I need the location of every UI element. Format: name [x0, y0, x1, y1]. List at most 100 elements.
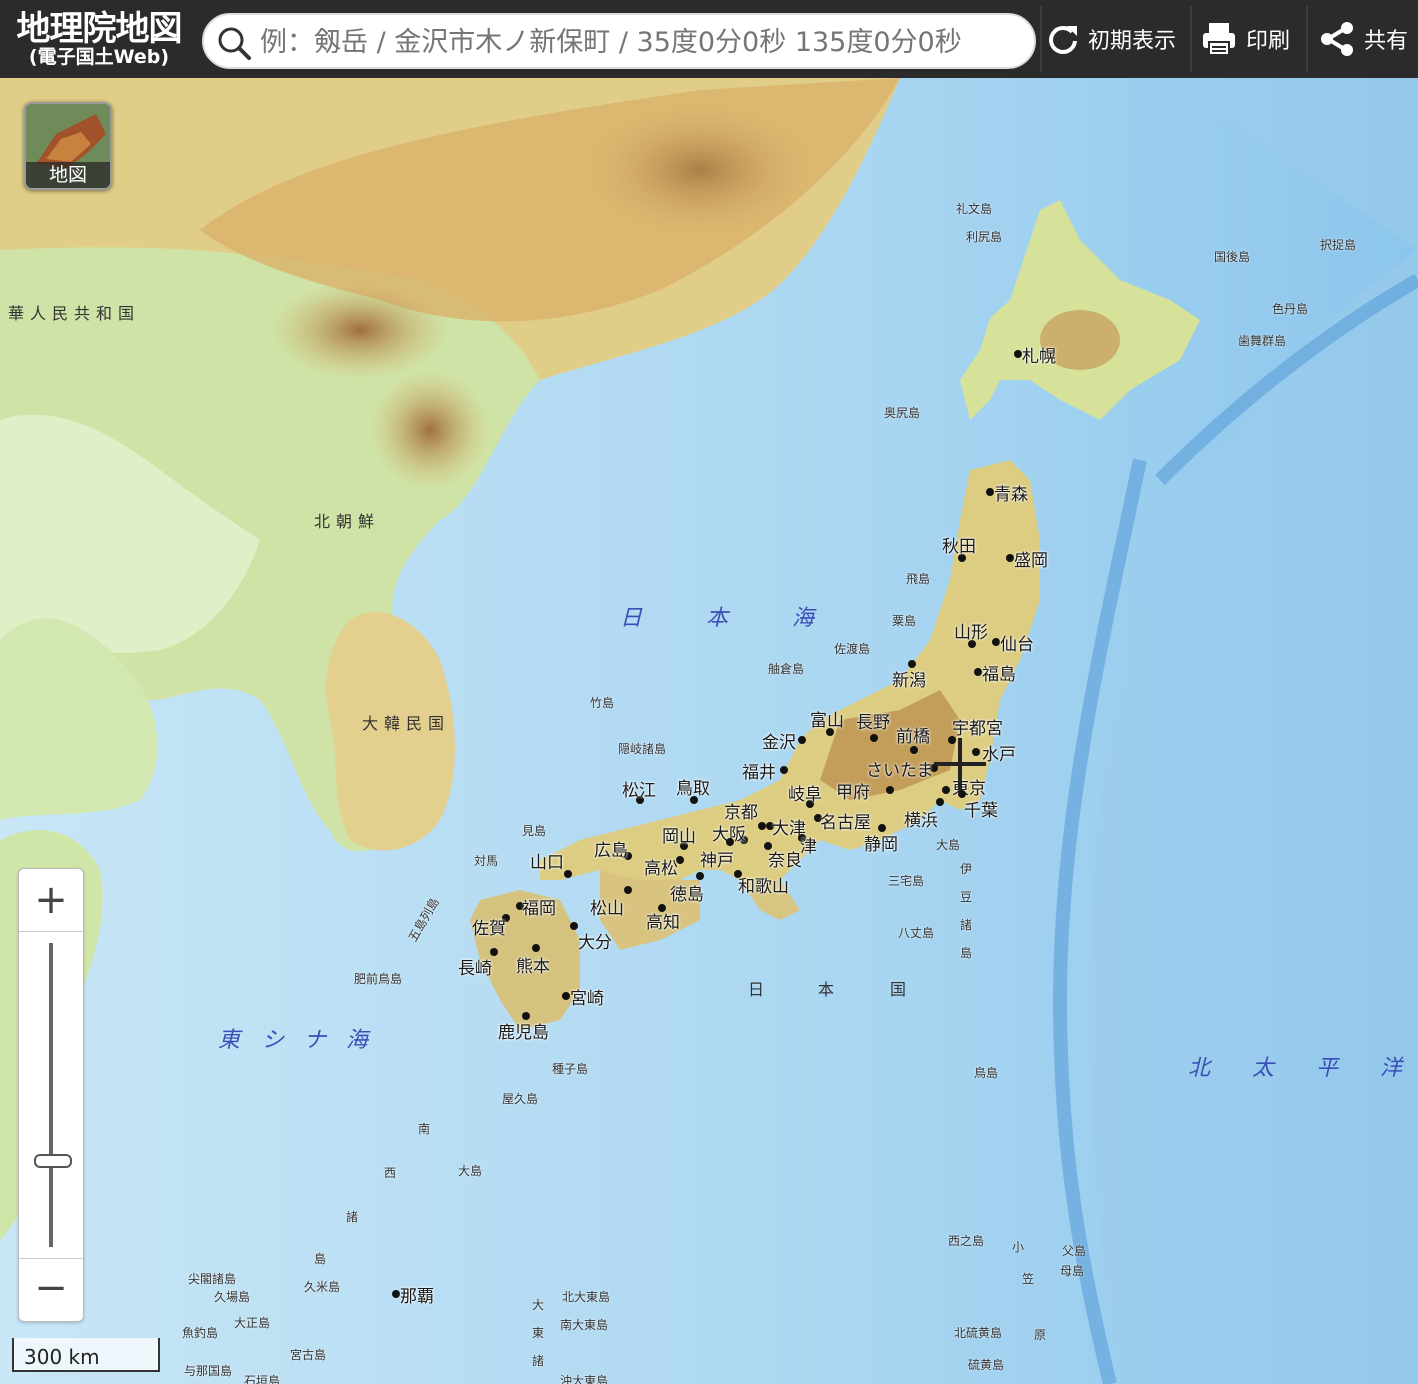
city-label-maebashi[interactable]: 前橋	[896, 722, 930, 747]
search-input[interactable]	[260, 23, 1020, 61]
sea-label-ecs-1: 東	[218, 1028, 241, 1053]
sea-label-japan-sea-3: 海	[792, 606, 815, 631]
search-box[interactable]	[202, 13, 1036, 69]
city-label-morioka[interactable]: 盛岡	[1014, 546, 1048, 571]
city-label-fukuoka[interactable]: 福岡	[522, 894, 556, 919]
island-label-kume: 久米島	[304, 1280, 341, 1294]
search-icon[interactable]	[216, 25, 252, 61]
city-dot	[758, 822, 766, 830]
country-label-japan-3: 国	[890, 980, 913, 999]
city-dot	[886, 786, 894, 794]
share-icon	[1321, 22, 1353, 56]
city-label-wakayama[interactable]: 和歌山	[738, 872, 789, 897]
sea-label-ecs-2: シ	[262, 1028, 285, 1053]
island-label-shikotan: 色丹島	[1272, 302, 1309, 316]
city-label-utsunomiya[interactable]: 宇都宮	[952, 714, 1003, 739]
city-label-tottori[interactable]: 鳥取	[676, 774, 710, 799]
share-button[interactable]: 共有	[1318, 6, 1408, 72]
city-dot	[974, 668, 982, 676]
city-label-oita[interactable]: 大分	[578, 928, 612, 953]
island-label-takeshima: 竹島	[590, 696, 615, 710]
reset-view-button[interactable]: 初期表示	[1046, 6, 1176, 72]
city-label-akita[interactable]: 秋田	[942, 532, 976, 557]
city-label-kumamoto[interactable]: 熊本	[516, 952, 550, 977]
print-label: 印刷	[1246, 29, 1291, 54]
city-label-kagoshima[interactable]: 鹿児島	[498, 1018, 549, 1043]
city-dot	[992, 638, 1000, 646]
base-map-layer-button[interactable]: 地図	[24, 102, 112, 190]
city-label-takamatsu[interactable]: 高松	[644, 854, 678, 879]
sea-label-japan-sea-1: 日	[620, 606, 643, 631]
city-label-nagano[interactable]: 長野	[856, 708, 890, 733]
island-label-amami-oshima: 大島	[458, 1164, 483, 1178]
city-dot	[532, 944, 540, 952]
city-label-tokushima[interactable]: 徳島	[670, 880, 704, 905]
island-label-tanegashima: 種子島	[552, 1062, 589, 1076]
map-center-crosshair-icon	[934, 738, 986, 790]
city-label-tsu[interactable]: 津	[800, 832, 817, 857]
island-label-rishiri: 利尻島	[966, 230, 1003, 244]
city-dot	[780, 766, 788, 774]
city-dot	[570, 922, 578, 930]
zoom-slider-handle[interactable]	[34, 1153, 72, 1168]
city-dot	[870, 734, 878, 742]
city-label-okayama[interactable]: 岡山	[662, 822, 696, 847]
city-label-matsuyama[interactable]: 松山	[590, 894, 624, 919]
zoom-slider-track[interactable]	[49, 943, 53, 1247]
city-label-naha[interactable]: 那覇	[400, 1282, 434, 1307]
island-label-yonaguni: 与那国島	[184, 1364, 233, 1378]
city-label-mito[interactable]: 水戸	[982, 740, 1016, 765]
scale-bar: 300 km	[12, 1338, 160, 1372]
city-label-kobe[interactable]: 神戸	[700, 846, 734, 871]
site-subtitle: (電子国土Web)	[28, 46, 170, 68]
island-label-oki: 隠岐諸島	[618, 742, 667, 756]
city-label-sendai[interactable]: 仙台	[1000, 630, 1034, 655]
island-label-oki-daito: 沖大東島	[560, 1374, 609, 1384]
island-label-sado: 佐渡島	[834, 642, 871, 656]
city-label-kanazawa[interactable]: 金沢	[762, 728, 796, 753]
city-label-hiroshima[interactable]: 広島	[594, 836, 628, 861]
city-dot	[798, 736, 806, 744]
zoom-in-button[interactable]: +	[19, 869, 83, 932]
city-label-niigata[interactable]: 新潟	[892, 666, 926, 691]
print-button[interactable]: 印刷	[1200, 6, 1290, 72]
city-label-gifu[interactable]: 岐阜	[788, 780, 822, 805]
city-label-aomori[interactable]: 青森	[994, 480, 1028, 505]
city-label-saitama[interactable]: さいたま	[866, 756, 934, 781]
divider	[1040, 6, 1042, 72]
city-label-chiba[interactable]: 千葉	[964, 796, 998, 821]
city-label-shizuoka[interactable]: 静岡	[864, 830, 898, 855]
site-logo[interactable]: 地理院地図 (電子国土Web)	[6, 10, 192, 74]
city-dot	[624, 886, 632, 894]
city-label-yokohama[interactable]: 横浜	[904, 806, 938, 831]
layer-button-label: 地図	[26, 162, 110, 188]
city-dot	[392, 1290, 400, 1298]
city-dot	[1014, 350, 1022, 358]
island-label-daito-2: 東	[532, 1326, 545, 1340]
sea-label-pacific-1: 北	[1188, 1056, 1211, 1081]
zoom-out-button[interactable]: −	[19, 1258, 83, 1321]
city-label-kofu[interactable]: 甲府	[836, 778, 870, 803]
city-label-miyazaki[interactable]: 宮崎	[570, 984, 604, 1009]
city-label-yamagata[interactable]: 山形	[954, 618, 988, 643]
island-label-tsushima: 対馬	[474, 854, 499, 868]
sea-label-ecs-3: ナ	[304, 1028, 327, 1053]
island-label-torishima: 鳥島	[974, 1066, 999, 1080]
city-label-nagasaki[interactable]: 長崎	[458, 954, 492, 979]
city-label-yamaguchi[interactable]: 山口	[530, 848, 564, 873]
island-label-iwo: 硫黄島	[968, 1358, 1005, 1372]
city-dot	[910, 746, 918, 754]
city-label-kochi[interactable]: 高知	[646, 908, 680, 933]
city-label-sapporo[interactable]: 札幌	[1022, 342, 1056, 367]
city-label-fukushima[interactable]: 福島	[982, 660, 1016, 685]
island-label-awashima: 粟島	[892, 614, 917, 628]
city-label-saga[interactable]: 佐賀	[472, 914, 506, 939]
city-label-matsue[interactable]: 松江	[622, 776, 656, 801]
city-label-fukui[interactable]: 福井	[742, 758, 776, 783]
city-label-nara[interactable]: 奈良	[768, 846, 802, 871]
island-label-nansei-1: 南	[418, 1122, 431, 1136]
city-dot	[696, 872, 704, 880]
city-label-toyama[interactable]: 富山	[810, 706, 844, 731]
map-canvas[interactable]: 日 本 海 東 シ ナ 海 北 太 平 洋 華人民共和国 北朝鮮 大韓民国 日 …	[0, 78, 1418, 1384]
share-label: 共有	[1364, 29, 1409, 54]
